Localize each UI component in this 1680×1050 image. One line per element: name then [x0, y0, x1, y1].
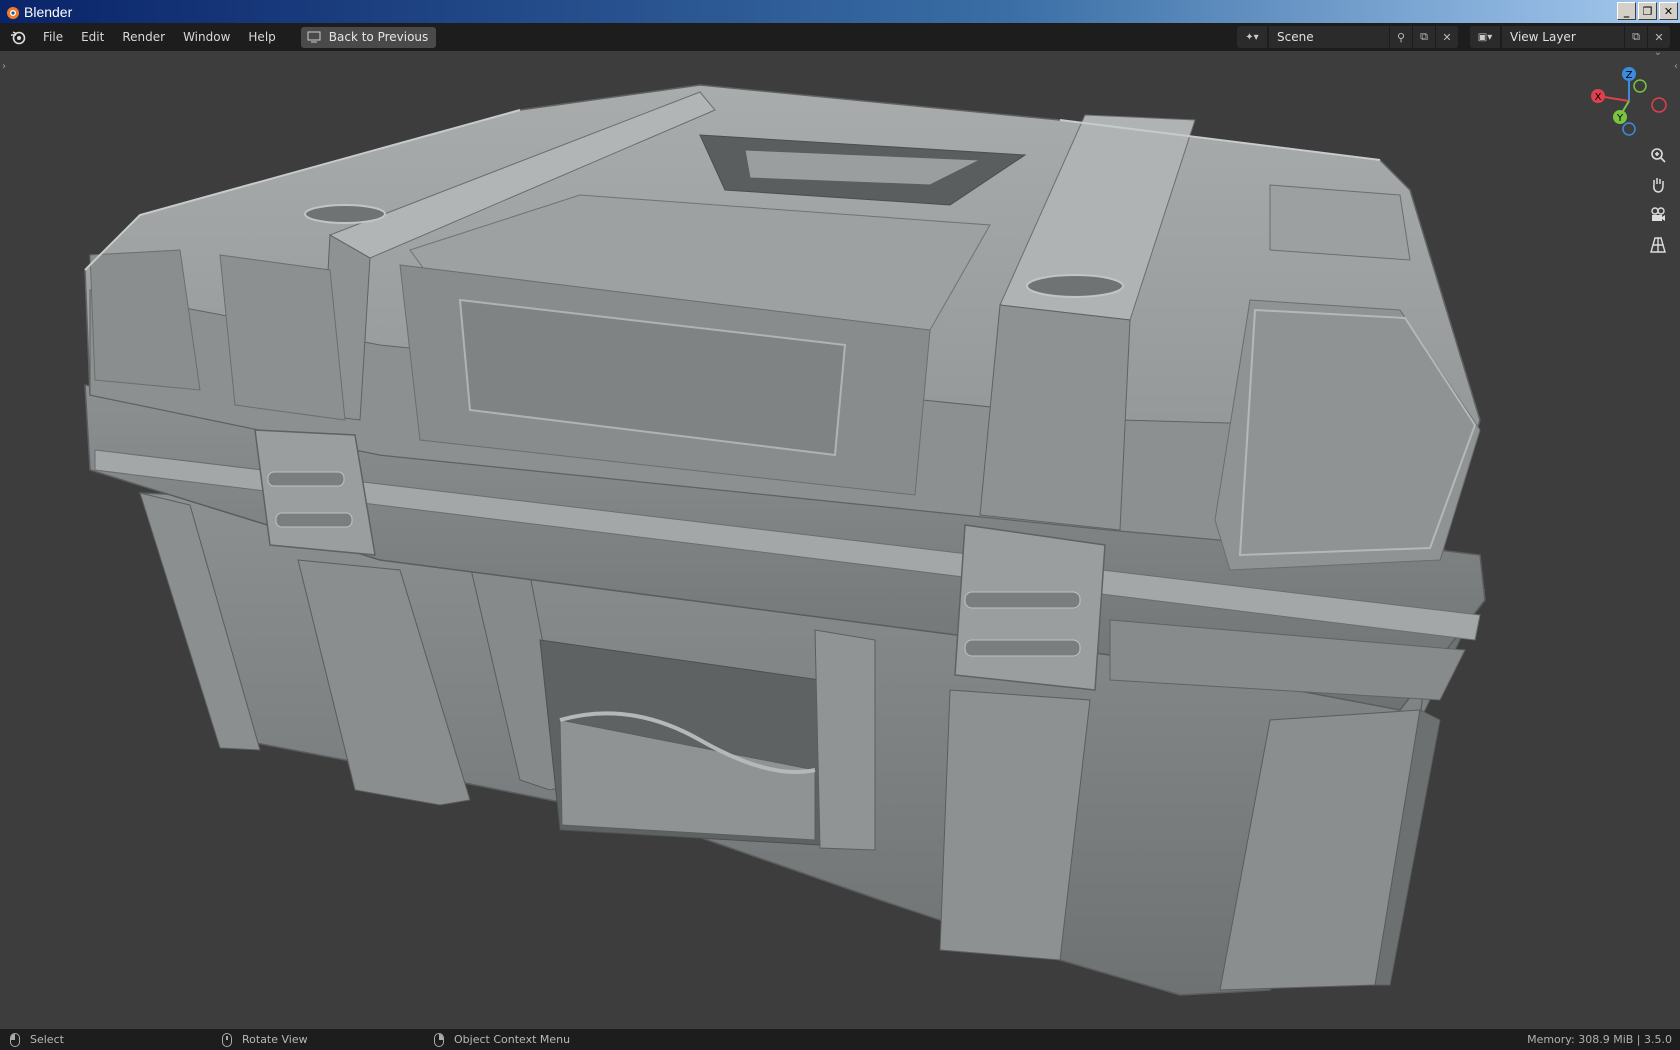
zoom-icon[interactable]: [1644, 141, 1672, 169]
restore-button[interactable]: ❐: [1638, 2, 1657, 20]
close-button[interactable]: ✕: [1659, 2, 1678, 20]
blender-app-icon: [7, 6, 19, 19]
minimize-button[interactable]: _: [1617, 2, 1636, 20]
window-controls: _ ❐ ✕: [1617, 2, 1678, 20]
blender-menu-icon[interactable]: [8, 27, 28, 47]
delete-view-layer-icon[interactable]: ✕: [1648, 26, 1670, 48]
mouse-middle-icon: [222, 1032, 232, 1047]
status-bar: Select Rotate View Object Context Menu M…: [0, 1029, 1680, 1050]
screen-back-icon: [307, 31, 321, 43]
view-layer-name-field[interactable]: View Layer: [1502, 26, 1624, 48]
gizmo-z-label: Z: [1626, 70, 1633, 81]
view-layer-selector: ▣▾ View Layer ⧉ ✕: [1470, 26, 1670, 48]
scene-selector: ✦▾ Scene ⚲ ⧉ ✕: [1237, 26, 1458, 48]
menu-edit[interactable]: Edit: [72, 23, 113, 51]
status-context-label: Object Context Menu: [454, 1033, 571, 1046]
3d-viewport[interactable]: › ‹ ⌄ Z X Y: [0, 51, 1680, 1029]
gizmo-x-label: X: [1595, 92, 1602, 103]
crate-model: [84, 84, 1486, 996]
menu-help[interactable]: Help: [239, 23, 284, 51]
status-rotate: Rotate View: [222, 1032, 308, 1047]
back-to-previous-button[interactable]: Back to Previous: [300, 26, 437, 48]
scene-browse-button[interactable]: ✦▾: [1237, 26, 1267, 48]
grid-perspective-icon[interactable]: [1644, 231, 1672, 259]
menu-window[interactable]: Window: [174, 23, 239, 51]
gizmo-y-label: Y: [1616, 113, 1624, 124]
pan-hand-icon[interactable]: [1644, 171, 1672, 199]
menu-render[interactable]: Render: [113, 23, 174, 51]
pin-icon[interactable]: ⚲: [1390, 26, 1412, 48]
status-rotate-label: Rotate View: [242, 1033, 308, 1046]
mouse-right-icon: [434, 1032, 444, 1047]
status-context: Object Context Menu: [434, 1032, 571, 1047]
memory-readout: Memory: 308.9 MiB | 3.5.0: [1527, 1033, 1672, 1046]
view-layer-browse-button[interactable]: ▣▾: [1470, 26, 1500, 48]
back-to-previous-label: Back to Previous: [328, 30, 429, 44]
status-select-label: Select: [30, 1033, 64, 1046]
top-menubar: File Edit Render Window Help Back to Pre…: [0, 23, 1680, 51]
new-scene-icon[interactable]: ⧉: [1413, 26, 1435, 48]
mouse-left-icon: [10, 1032, 20, 1047]
new-view-layer-icon[interactable]: ⧉: [1625, 26, 1647, 48]
status-select: Select: [10, 1032, 64, 1047]
scene-name-field[interactable]: Scene: [1269, 26, 1389, 48]
delete-scene-icon[interactable]: ✕: [1436, 26, 1458, 48]
window-title: Blender: [24, 3, 73, 20]
menu-file[interactable]: File: [34, 23, 72, 51]
camera-icon[interactable]: [1644, 201, 1672, 229]
axis-gizmo[interactable]: Z X Y: [1584, 61, 1674, 141]
window-titlebar: Blender _ ❐ ✕: [0, 0, 1680, 23]
